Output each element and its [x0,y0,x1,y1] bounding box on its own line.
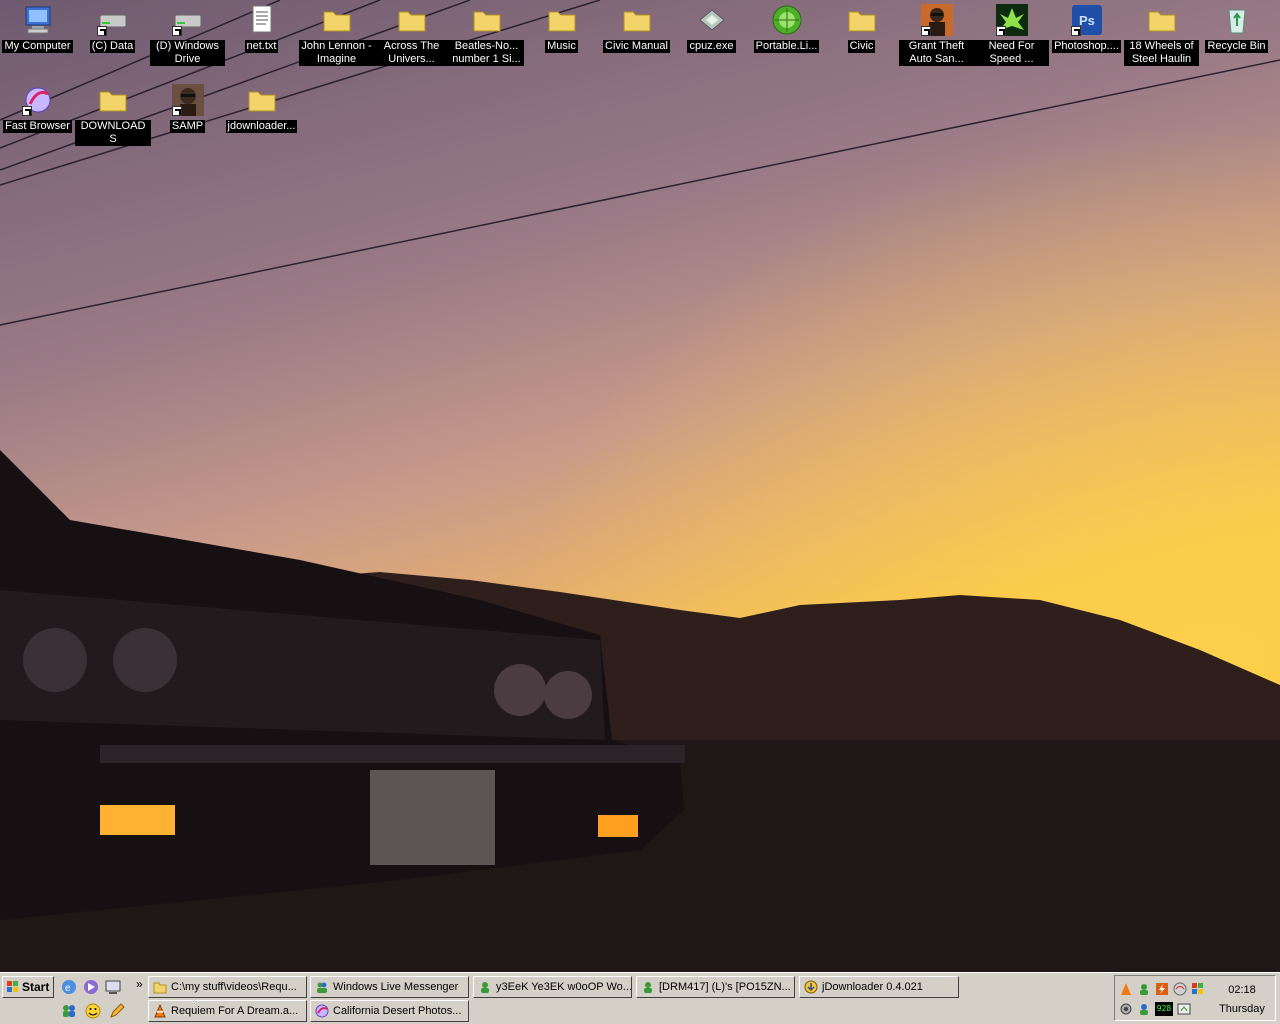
my-computer-icon [22,4,54,36]
desktop-icon-across-the-universe[interactable]: Across The Univers... [374,2,449,66]
desktop-icon-d-windows-drive[interactable]: (D) Windows Drive [150,2,225,66]
quick-launch-chevron[interactable]: » [136,977,143,991]
desktop-icon-civic-manual[interactable]: Civic Manual [599,2,674,53]
task-conversation-2[interactable]: [DRM417] (L)'s [PO15ZN... [636,976,795,998]
folder-icon [471,4,503,36]
emoticon-icon[interactable] [84,1002,102,1020]
desktop-icon-downloads[interactable]: DOWNLOADS [75,82,151,146]
windows-flag-icon[interactable] [1191,982,1205,996]
messenger-icon[interactable] [1137,982,1151,996]
messenger-icon [315,980,329,994]
desktop-icon-cpuz[interactable]: cpuz.exe [674,2,749,53]
photoshop-icon: Ps [1070,4,1103,36]
desktop-icon-jdownloader-folder[interactable]: jdownloader... [224,82,299,133]
desktop-icon-c-data[interactable]: (C) Data [75,2,150,53]
taskbar: Start e » C:\my stuff\videos\Requ... Win… [0,972,1280,1024]
samp-icon [171,84,204,116]
messenger-icon[interactable] [60,1002,78,1020]
recycle-bin-icon [1221,4,1253,36]
messenger-icon [641,980,655,994]
task-conversation-1[interactable]: y3EeK Ye3EK w0oOP Wo... [473,976,632,998]
portable-app-icon [771,4,803,36]
cpu-meter-icon[interactable]: 928 [1155,1002,1173,1016]
shortcut-arrow-icon [920,26,931,36]
messenger-icon[interactable] [1137,1002,1151,1016]
shortcut-arrow-icon [96,26,107,36]
windows-logo-icon [7,979,19,992]
jdownloader-icon [804,980,818,994]
shortcut-arrow-icon [171,106,182,116]
task-california-desert-photos[interactable]: California Desert Photos... [310,1000,469,1022]
folder-icon [246,84,278,116]
folder-icon [97,84,129,116]
desktop-icon-photoshop[interactable]: Ps Photoshop.... [1049,2,1124,53]
desktop-icon-civic[interactable]: Civic [824,2,899,53]
chip-icon [696,4,728,36]
task-windows-live-messenger[interactable]: Windows Live Messenger [310,976,469,998]
desktop-icon-samp[interactable]: SAMP [150,82,225,133]
folder-icon [1146,4,1178,36]
desktop-icon-portable[interactable]: Portable.Li... [749,2,824,53]
svg-text:Ps: Ps [1079,13,1095,28]
drive-shortcut-icon [171,4,204,36]
desktop-icon-beatles[interactable]: Beatles-No... number 1 Si... [449,2,524,66]
pencil-icon[interactable] [108,1002,126,1020]
folder-icon [621,4,653,36]
task-jdownloader[interactable]: jDownloader 0.4.021 [799,976,959,998]
desktop-icon-fast-browser[interactable]: Fast Browser [0,82,75,133]
clock-day: Thursday [1219,1003,1265,1015]
vlc-icon [153,1003,167,1018]
drive-icon [96,4,129,36]
desktop-icon-net-txt[interactable]: net.txt [224,2,299,53]
task-explorer-videos[interactable]: C:\my stuff\videos\Requ... [148,976,307,998]
folder-icon [396,4,428,36]
desktop-icon-recycle-bin[interactable]: Recycle Bin [1199,2,1274,53]
media-icon[interactable] [82,978,100,996]
svg-text:e: e [65,983,71,994]
desktop-icon-gta-san-andreas[interactable]: Grant Theft Auto San... [899,2,974,66]
ie-icon[interactable]: e [60,978,78,996]
text-file-icon [246,4,278,36]
nfs-icon [995,4,1028,36]
speaker-icon[interactable] [1119,1002,1133,1016]
shortcut-arrow-icon [995,26,1006,36]
browser-icon [21,84,54,116]
network-icon[interactable] [1173,982,1187,996]
shortcut-arrow-icon [1070,26,1081,36]
desktop-icon-need-for-speed[interactable]: Need For Speed ... [974,2,1049,66]
system-tray: 928 02:18 Thursday [1114,975,1276,1021]
start-label: Start [22,980,50,994]
shortcut-arrow-icon [171,26,182,36]
desktop-icon-john-lennon-imagine[interactable]: John Lennon - Imagine [299,2,374,66]
folder-icon [321,4,353,36]
vlc-icon[interactable] [1119,982,1133,996]
clock-time[interactable]: 02:18 [1215,984,1269,996]
desktop-icon-my-computer[interactable]: My Computer [0,2,75,53]
folder-icon [153,980,167,994]
desktop: My Computer (C) Data (D) Windows Drive n… [0,0,1280,972]
desktop-icon-18-wheels[interactable]: 18 Wheels of Steel Haulin [1124,2,1199,66]
volume-icon[interactable] [1177,1002,1191,1016]
folder-icon [846,4,878,36]
gta-icon [920,4,953,36]
desktop-icon-music[interactable]: Music [524,2,599,53]
browser-icon [315,1004,329,1018]
task-vlc-requiem[interactable]: Requiem For A Dream.a... [148,1000,307,1022]
show-desktop-icon[interactable] [104,978,122,996]
flash-icon[interactable] [1155,982,1169,996]
folder-icon [546,4,578,36]
start-button[interactable]: Start [2,976,54,998]
messenger-icon [478,980,492,994]
shortcut-arrow-icon [21,106,32,116]
